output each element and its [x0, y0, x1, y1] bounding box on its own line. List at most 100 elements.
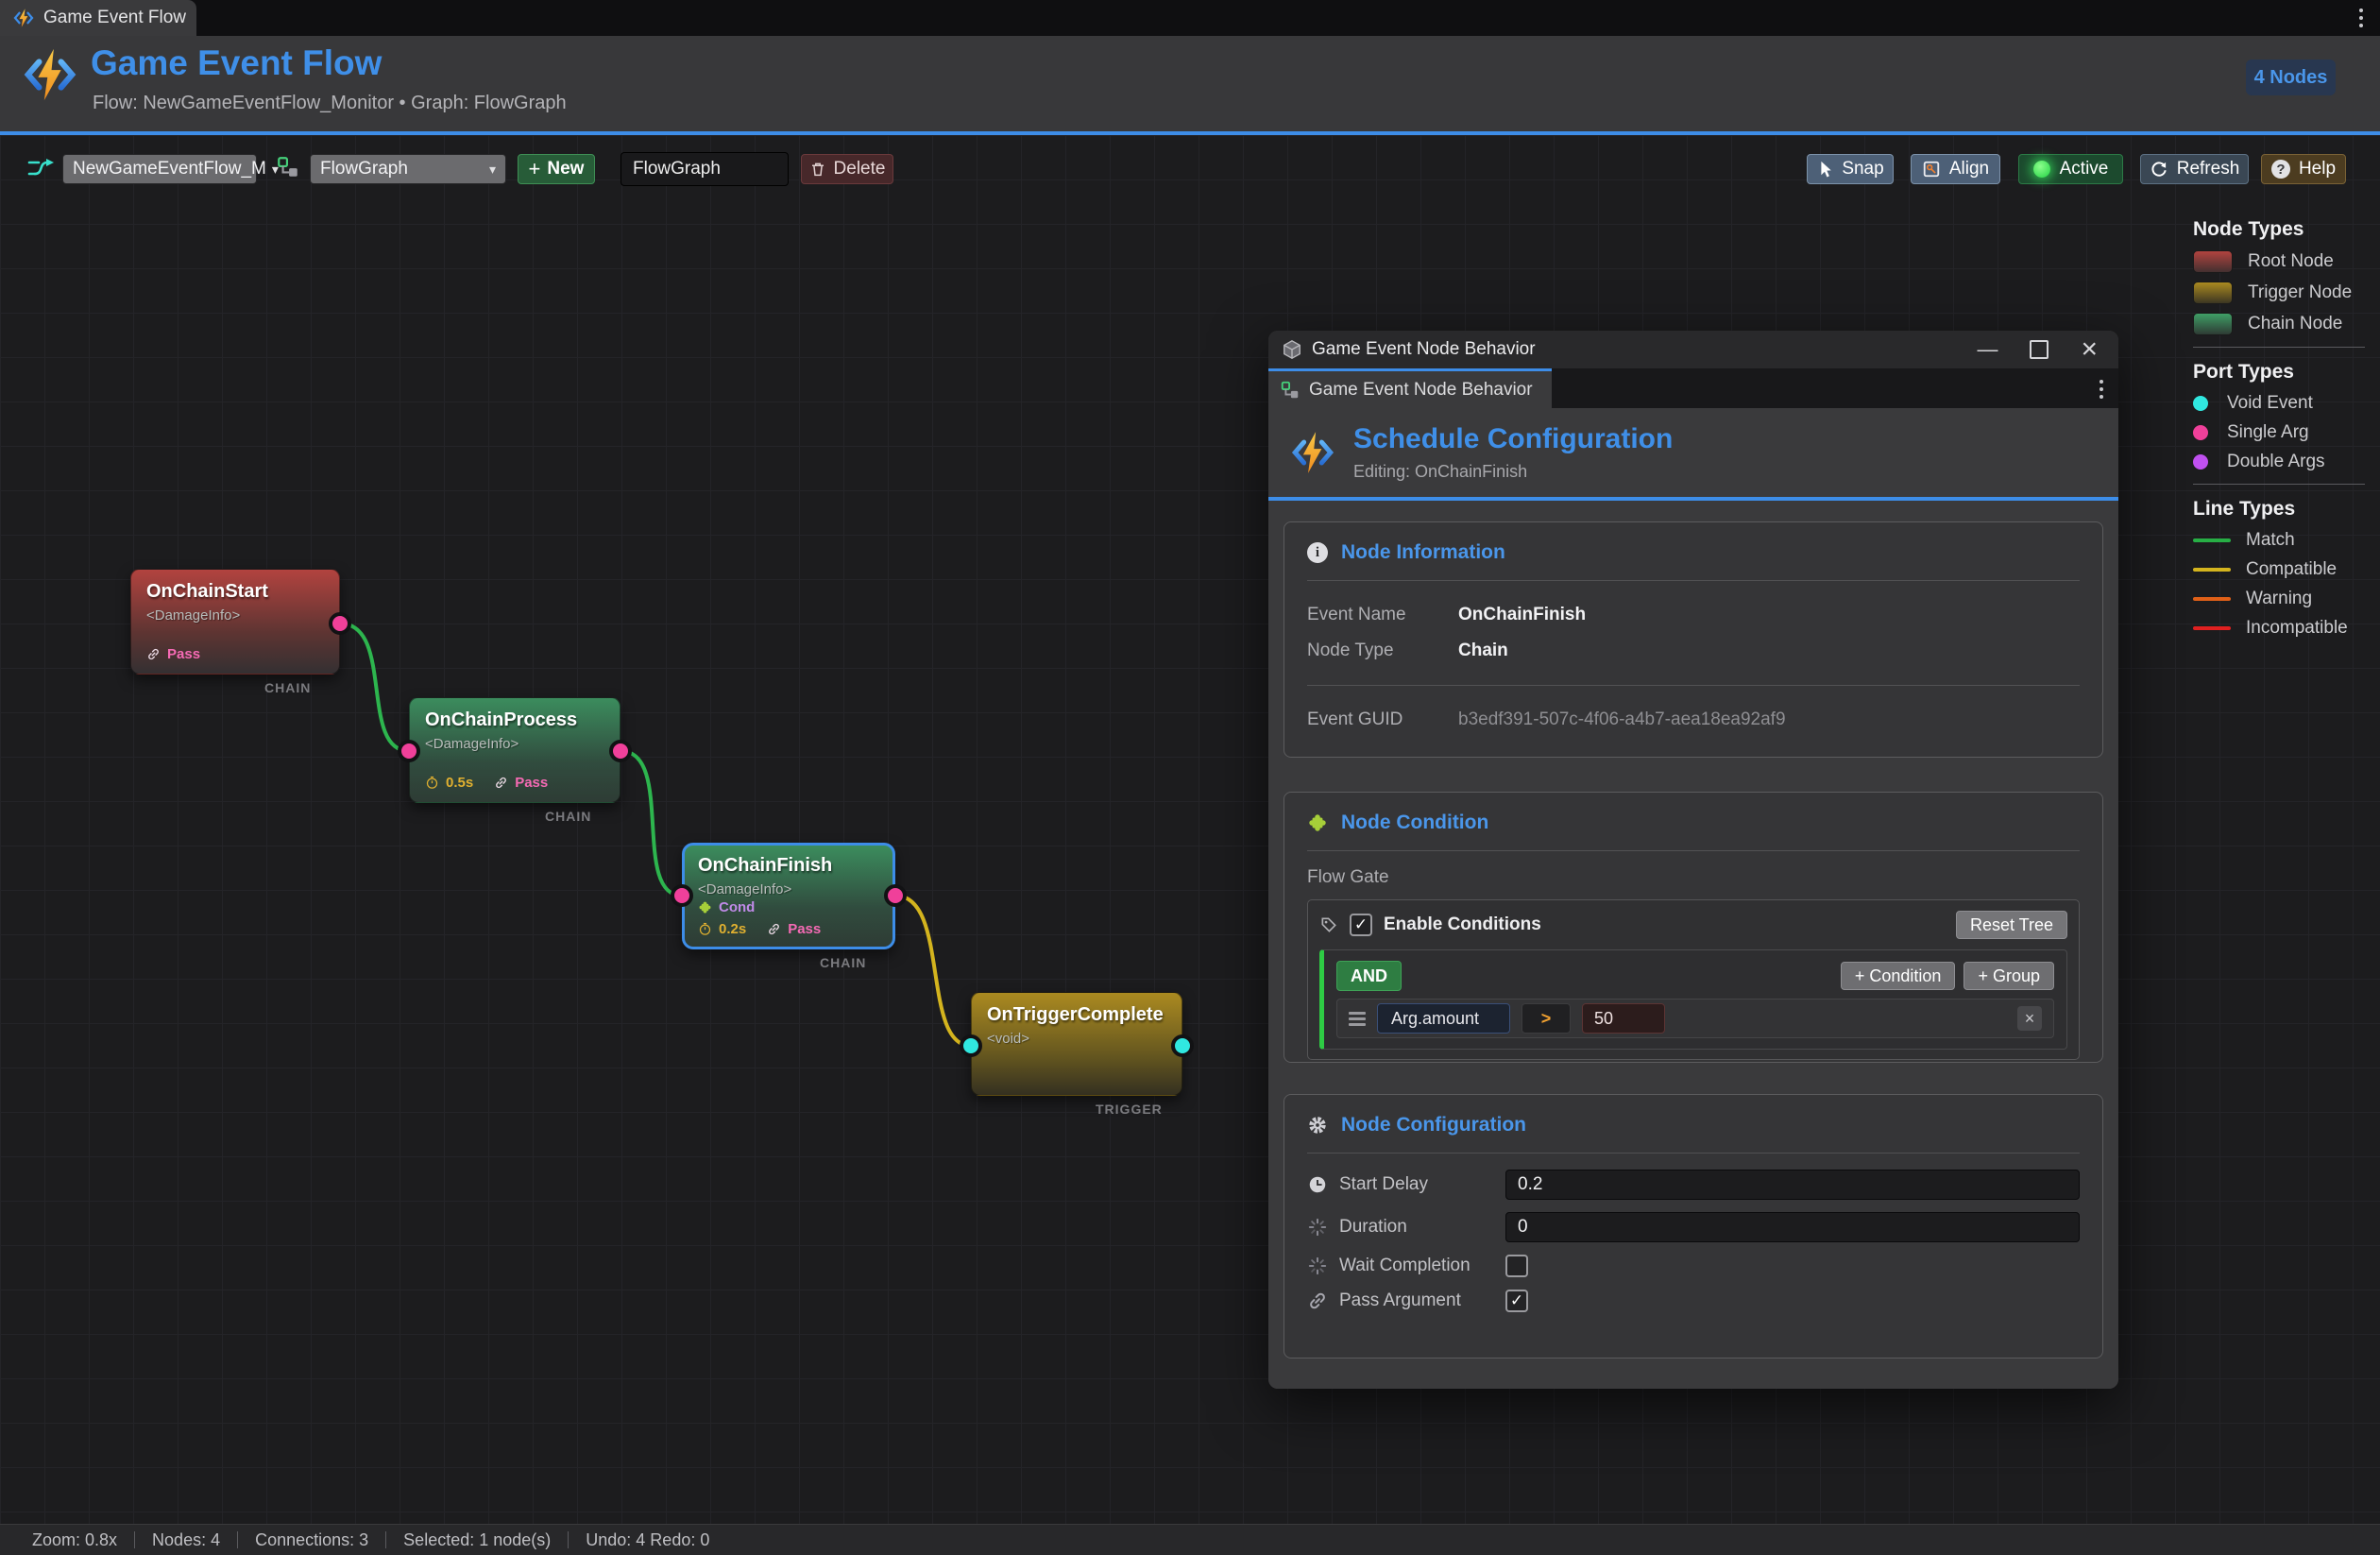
modal-title-bar[interactable]: Game Event Node Behavior — × [1268, 331, 2118, 368]
minimize-icon[interactable]: — [1977, 339, 1998, 360]
divider [1307, 580, 2080, 581]
node-ontriggercomplete[interactable]: OnTriggerComplete <void> [971, 992, 1182, 1096]
condition-badge: Cond [698, 899, 755, 915]
edge-match [340, 624, 409, 751]
status-selected: Selected: 1 node(s) [386, 1530, 568, 1550]
status-connections: Connections: 3 [238, 1530, 385, 1550]
remove-condition-button[interactable]: × [2017, 1006, 2042, 1031]
edge-match [620, 751, 682, 896]
modal-tab-strip: Game Event Node Behavior [1268, 368, 2118, 408]
node-configuration-card: Node Configuration Start Delay [1284, 1094, 2103, 1358]
timer-icon [425, 776, 439, 790]
pass-argument-row: Pass Argument ✓ [1307, 1290, 2080, 1312]
page-subtitle: Flow: NewGameEventFlow_Monitor • Graph: … [93, 93, 567, 114]
duration-row: Duration [1307, 1212, 2080, 1242]
node-type-label: TRIGGER [1096, 1102, 1163, 1117]
wait-completion-row: Wait Completion [1307, 1255, 2080, 1277]
app-window: Game Event Flow Game Event Flow Flow: Ne… [0, 0, 2380, 1555]
modal-body: Schedule Configuration Editing: OnChainF… [1268, 408, 2118, 1389]
window-menu-kebab-icon[interactable] [2359, 9, 2363, 27]
start-delay-input[interactable] [1505, 1170, 2080, 1200]
editor-tab-game-event-flow[interactable]: Game Event Flow [0, 0, 196, 36]
condition-panel: ✓ Enable Conditions Reset Tree AND + Con… [1307, 899, 2080, 1060]
page-header: Game Event Flow Flow: NewGameEventFlow_M… [0, 36, 2380, 135]
clock-icon [1307, 1174, 1339, 1195]
condition-group: AND + Condition + Group Arg.amount > 50 … [1319, 949, 2067, 1050]
event-guid-value: b3edf391-507c-4f06-a4b7-aea18ea92af9 [1458, 709, 1786, 730]
close-icon[interactable]: × [2081, 335, 2098, 364]
enable-conditions-checkbox[interactable]: ✓ [1350, 914, 1372, 936]
port-output-ontriggercomplete[interactable] [1171, 1034, 1194, 1057]
divider [1307, 685, 2080, 686]
app-bolt-icon [21, 45, 79, 104]
add-group-button[interactable]: + Group [1964, 962, 2054, 990]
port-input-onchainprocess[interactable] [398, 740, 420, 762]
node-count-badge: 4 Nodes [2246, 60, 2336, 95]
spinner-icon [1307, 1256, 1339, 1276]
link-icon [1307, 1290, 1339, 1311]
duration-input[interactable] [1505, 1212, 2080, 1242]
port-output-onchainfinish[interactable] [884, 884, 907, 907]
node-onchainfinish-selected[interactable]: OnChainFinish <DamageInfo> Cond [682, 843, 895, 949]
delay-badge: 0.2s [698, 921, 746, 937]
timer-icon [698, 922, 712, 936]
tab-menu-kebab-icon[interactable] [2100, 380, 2103, 399]
condition-value-input[interactable]: 50 [1582, 1003, 1665, 1034]
editor-tab-label: Game Event Flow [43, 8, 186, 28]
modal-window-title: Game Event Node Behavior [1312, 339, 1536, 360]
modal-tab-node-behavior[interactable]: Game Event Node Behavior [1268, 368, 1552, 408]
puzzle-icon [1307, 812, 1328, 833]
reset-tree-button[interactable]: Reset Tree [1956, 911, 2067, 939]
link-icon [146, 647, 161, 661]
bolt-icon [12, 7, 35, 29]
edge-compatible [895, 896, 971, 1046]
maximize-icon[interactable] [2030, 340, 2048, 359]
hierarchy-icon [1280, 380, 1300, 401]
condition-operator-select[interactable]: > [1522, 1003, 1571, 1034]
drag-handle-icon[interactable] [1349, 1012, 1366, 1026]
wait-completion-checkbox[interactable] [1505, 1255, 1528, 1277]
node-onchainprocess[interactable]: OnChainProcess <DamageInfo> 0.5s [409, 697, 620, 803]
flow-gate-label: Flow Gate [1307, 867, 2080, 888]
status-nodes: Nodes: 4 [135, 1530, 237, 1550]
modal-title: Schedule Configuration [1353, 423, 1673, 455]
modal-subtitle: Editing: OnChainFinish [1353, 462, 1673, 482]
node-type-label: CHAIN [264, 680, 311, 695]
modal-tab-label: Game Event Node Behavior [1309, 380, 1533, 401]
gear-icon [1307, 1115, 1328, 1136]
add-condition-button[interactable]: + Condition [1841, 962, 1956, 990]
node-onchainstart[interactable]: OnChainStart <DamageInfo> Pass [130, 569, 340, 675]
spinner-icon [1307, 1217, 1339, 1238]
port-output-onchainprocess[interactable] [609, 740, 632, 762]
bolt-icon [1289, 429, 1336, 476]
node-condition-heading: Node Condition [1341, 812, 1488, 834]
pass-badge: Pass [146, 646, 200, 662]
node-information-heading: Node Information [1341, 541, 1505, 564]
divider [1307, 850, 2080, 851]
node-condition-card: Node Condition Flow Gate ✓ Enable Condit… [1284, 792, 2103, 1063]
tag-icon [1319, 915, 1338, 934]
port-input-ontriggercomplete[interactable] [960, 1034, 982, 1057]
condition-row: Arg.amount > 50 × [1336, 999, 2054, 1038]
condition-field-select[interactable]: Arg.amount [1377, 1003, 1510, 1034]
and-operator-button[interactable]: AND [1336, 961, 1402, 991]
node-type-value: Chain [1458, 641, 1508, 661]
node-type-label: CHAIN [820, 955, 866, 970]
pass-badge: Pass [494, 775, 548, 791]
node-type-row: Node Type Chain [1307, 633, 2080, 669]
event-guid-row: Event GUID b3edf391-507c-4f06-a4b7-aea18… [1307, 702, 2080, 738]
info-icon: i [1307, 542, 1328, 563]
pass-argument-checkbox[interactable]: ✓ [1505, 1290, 1528, 1312]
puzzle-icon [698, 900, 712, 914]
node-information-card: i Node Information Event Name OnChainFin… [1284, 521, 2103, 758]
status-bar: Zoom: 0.8x Nodes: 4 Connections: 3 Selec… [0, 1524, 2380, 1555]
port-output-onchainstart[interactable] [329, 612, 351, 635]
page-title: Game Event Flow [91, 43, 382, 83]
link-icon [767, 922, 781, 936]
pass-badge: Pass [767, 921, 821, 937]
cube-icon [1282, 339, 1302, 360]
node-behavior-window: Game Event Node Behavior — × Game Event … [1268, 331, 2118, 1389]
port-input-onchainfinish[interactable] [671, 884, 693, 907]
event-name-value: OnChainFinish [1458, 605, 1586, 625]
node-configuration-heading: Node Configuration [1341, 1114, 1526, 1136]
